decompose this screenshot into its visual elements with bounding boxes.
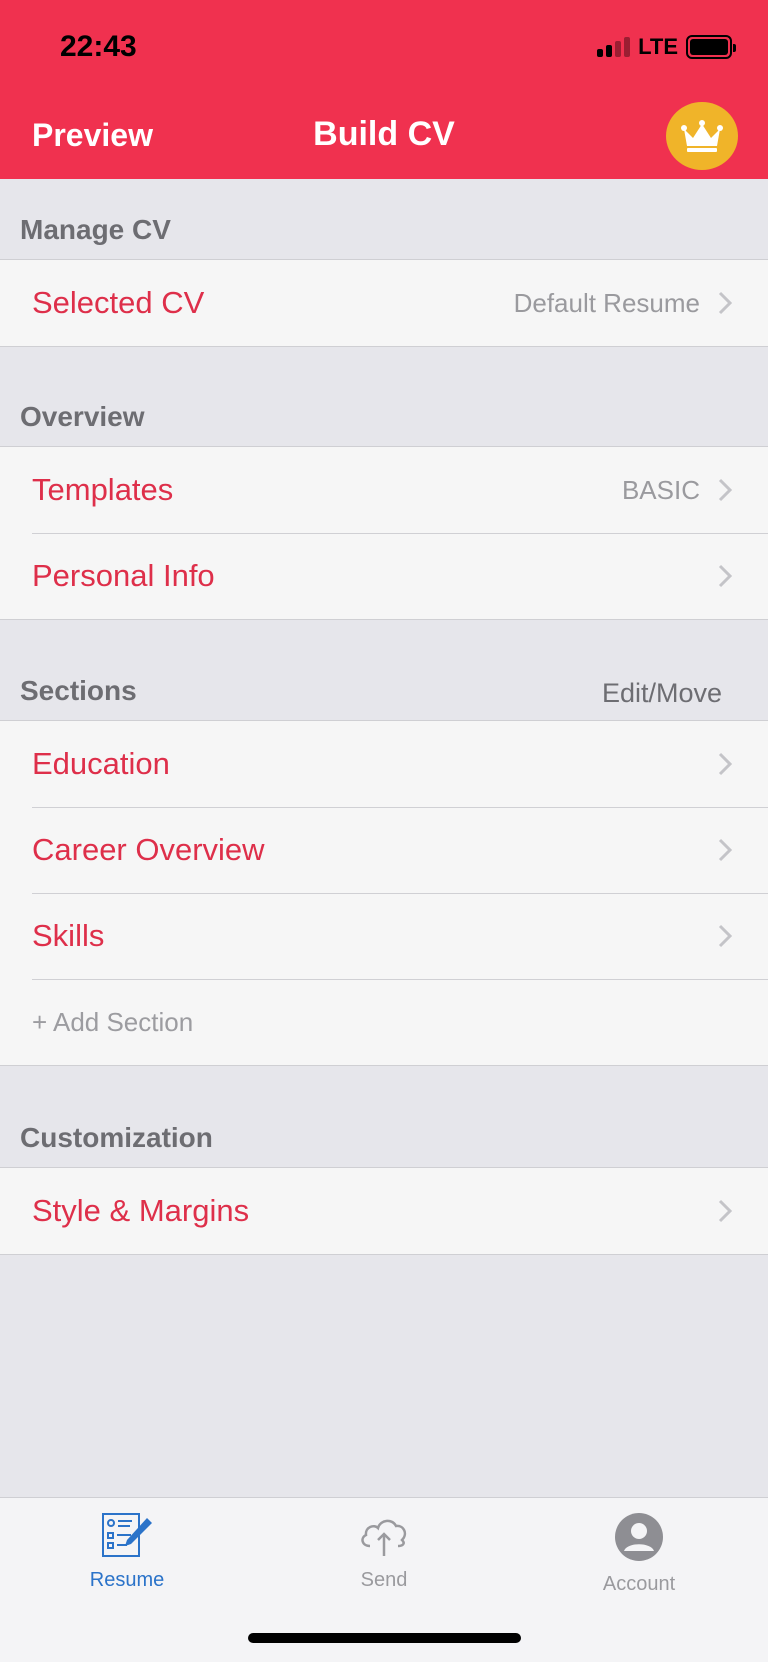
manage-group: Selected CV Default Resume xyxy=(0,259,768,347)
row-label: Templates xyxy=(32,472,174,507)
overview-group: Templates BASIC Personal Info xyxy=(0,446,768,620)
sections-group: Education Career Overview Skills + Add S… xyxy=(0,720,768,1066)
battery-icon xyxy=(686,35,736,59)
crown-icon xyxy=(681,120,723,152)
tab-resume[interactable]: Resume xyxy=(27,1512,227,1592)
tab-account[interactable]: Account xyxy=(539,1512,739,1596)
add-section-button[interactable]: + Add Section xyxy=(0,979,768,1065)
templates-row[interactable]: Templates BASIC xyxy=(0,447,768,533)
customization-group: Style & Margins xyxy=(0,1167,768,1255)
skills-row[interactable]: Skills xyxy=(0,893,768,979)
status-time: 22:43 xyxy=(60,30,137,63)
row-label: Selected CV xyxy=(32,285,205,320)
row-label: Skills xyxy=(32,918,105,953)
signal-icon xyxy=(597,37,631,57)
chevron-right-icon xyxy=(718,564,733,588)
status-indicators: LTE xyxy=(597,34,736,60)
resume-icon xyxy=(102,1513,152,1557)
app-header: 22:43 LTE Preview Build CV xyxy=(0,0,768,179)
education-row[interactable]: Education xyxy=(0,721,768,807)
tab-label: Resume xyxy=(89,1569,165,1591)
personal-info-row[interactable]: Personal Info xyxy=(0,533,768,619)
chevron-right-icon xyxy=(718,924,733,948)
cloud-upload-icon xyxy=(361,1519,407,1556)
row-label: Education xyxy=(32,746,170,781)
row-value: Default Resume xyxy=(513,287,700,318)
chevron-right-icon xyxy=(718,752,733,776)
tab-send[interactable]: Send xyxy=(284,1512,484,1592)
account-icon xyxy=(615,1513,663,1561)
tab-label: Send xyxy=(360,1569,408,1591)
row-label: Personal Info xyxy=(32,558,215,593)
chevron-right-icon xyxy=(718,1199,733,1223)
network-type: LTE xyxy=(638,34,678,59)
career-overview-row[interactable]: Career Overview xyxy=(0,807,768,893)
row-label: Career Overview xyxy=(32,832,265,867)
row-label: Style & Margins xyxy=(32,1193,250,1228)
row-value: BASIC xyxy=(621,474,700,505)
add-section-label: + Add Section xyxy=(32,1006,194,1037)
selected-cv-row[interactable]: Selected CV Default Resume xyxy=(0,260,768,346)
premium-button[interactable] xyxy=(666,102,738,170)
chevron-right-icon xyxy=(718,838,733,862)
section-header-customization: Customization xyxy=(20,1122,213,1153)
chevron-right-icon xyxy=(718,478,733,502)
style-margins-row[interactable]: Style & Margins xyxy=(0,1168,768,1254)
chevron-right-icon xyxy=(718,291,733,315)
home-indicator xyxy=(248,1633,521,1643)
tab-label: Account xyxy=(602,1573,676,1595)
section-header-overview: Overview xyxy=(20,401,145,432)
page-title: Build CV xyxy=(313,115,455,153)
edit-move-button[interactable]: Edit/Move xyxy=(602,678,722,709)
section-header-manage: Manage CV xyxy=(20,214,171,245)
